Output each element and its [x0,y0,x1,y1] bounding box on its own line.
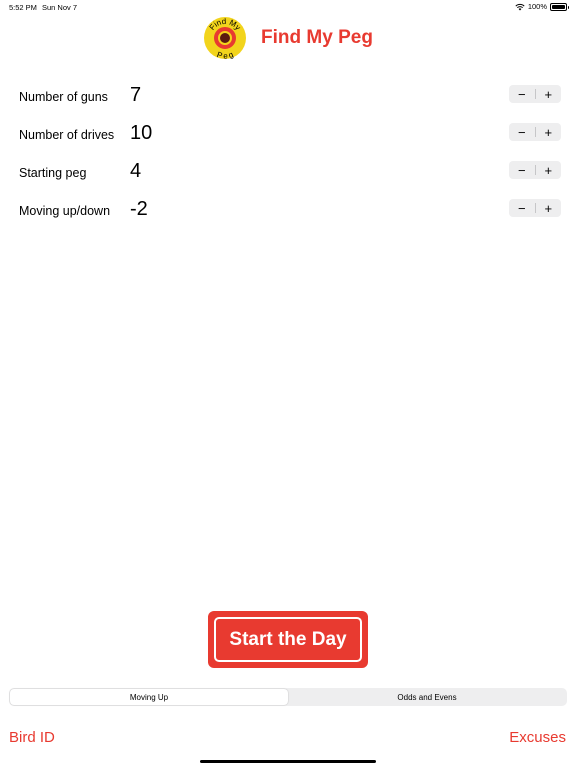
drives-stepper: − + [509,123,561,141]
setting-label: Starting peg [19,166,87,180]
start-button-label: Start the Day [214,617,362,662]
home-indicator[interactable] [200,760,376,763]
setting-row-number-of-guns: Number of guns 7 − + [0,82,576,112]
starting-peg-stepper: − + [509,161,561,179]
setting-label: Number of guns [19,90,108,104]
setting-value: 4 [130,160,142,182]
excuses-link[interactable]: Excuses [509,729,566,746]
setting-label: Number of drives [19,128,115,142]
guns-stepper: − + [509,85,561,103]
setting-value: 7 [130,84,142,106]
battery-fill [552,4,565,9]
status-time: 5:52 PM [9,3,37,12]
setting-label: Moving up/down [19,204,111,218]
wifi-icon [515,3,525,11]
battery-percent: 100% [527,2,547,11]
segment-odds-and-evens[interactable]: Odds and Evens [288,689,566,705]
decrement-button[interactable]: − [509,199,535,217]
app-screen: 5:52 PM Sun Nov 7 100% Find My Peg Find … [0,0,576,768]
increment-button[interactable]: + [536,161,562,179]
increment-button[interactable]: + [536,123,562,141]
setting-value: -2 [130,198,148,220]
start-the-day-button[interactable]: Start the Day [208,611,368,668]
moving-stepper: − + [509,199,561,217]
setting-row-moving-up-down: Moving up/down -2 − + [0,196,576,226]
segment-moving-up[interactable]: Moving Up [10,689,288,705]
increment-button[interactable]: + [536,199,562,217]
decrement-button[interactable]: − [509,85,535,103]
app-title: Find My Peg [261,27,373,48]
bird-id-link[interactable]: Bird ID [9,729,55,746]
increment-button[interactable]: + [536,85,562,103]
mode-segmented-control: Moving Up Odds and Evens [9,688,567,706]
status-indicators: 100% [515,2,569,11]
decrement-button[interactable]: − [509,161,535,179]
status-bar: 5:52 PM Sun Nov 7 100% [0,0,576,14]
setting-row-starting-peg: Starting peg 4 − + [0,158,576,188]
logo-center [220,33,231,43]
setting-value: 10 [130,122,153,144]
status-date: Sun Nov 7 [42,3,78,12]
setting-row-number-of-drives: Number of drives 10 − + [0,120,576,150]
app-header: Find My Peg Find My Peg [0,16,576,60]
find-my-peg-logo: Find My Peg [203,16,247,60]
decrement-button[interactable]: − [509,123,535,141]
battery-icon [550,2,569,11]
